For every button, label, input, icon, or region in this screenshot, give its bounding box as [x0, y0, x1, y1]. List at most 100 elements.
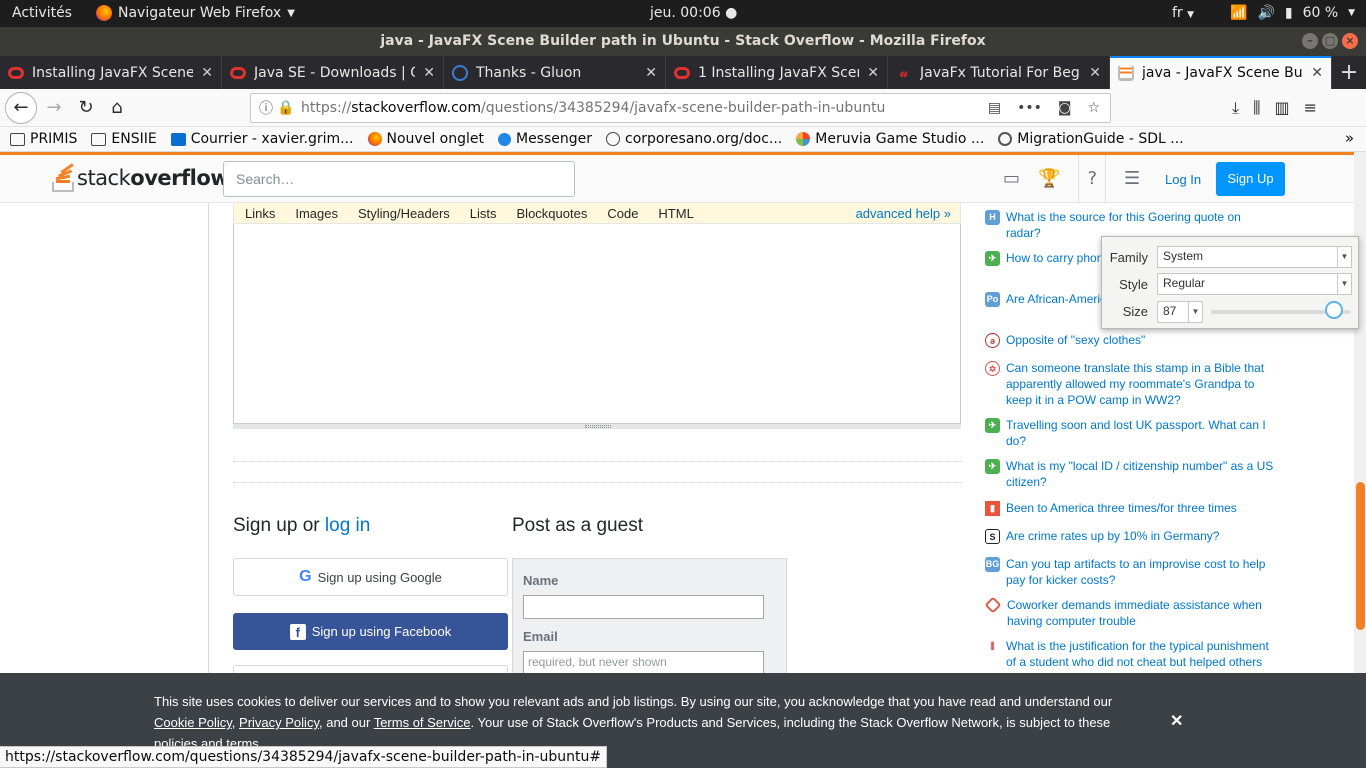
- signup-facebook-button[interactable]: f Sign up using Facebook: [233, 613, 508, 650]
- bookmark-messenger[interactable]: Messenger: [497, 131, 592, 147]
- input-method-menu[interactable]: fr ▼: [1172, 5, 1194, 21]
- name-field[interactable]: [523, 595, 764, 619]
- folder-icon: [10, 132, 25, 146]
- tab-title: Installing JavaFX Scene B: [32, 64, 194, 81]
- bookmark-courrier[interactable]: Courrier - xavier.grim...: [170, 131, 354, 147]
- help-tab-blockquotes[interactable]: Blockquotes: [517, 206, 588, 221]
- list-item[interactable]: ✈ Travelling soon and lost UK passport. W…: [985, 417, 1280, 449]
- privacy-policy-link[interactable]: Privacy Policy: [239, 715, 319, 730]
- home-button[interactable]: ⌂: [103, 94, 131, 122]
- tab-javafx-tutorial[interactable]: 𝓊 JavaFx Tutorial For Begi ✕: [888, 56, 1110, 89]
- list-item[interactable]: BG Can you tap artifacts to an improvise …: [985, 556, 1280, 588]
- url-text[interactable]: https://stackoverflow.com/questions/3438…: [301, 100, 988, 116]
- size-slider-handle[interactable]: [1325, 301, 1343, 319]
- tab-installing-javafx-2[interactable]: 1 Installing JavaFX Scene ✕: [666, 56, 888, 89]
- reader-view-icon[interactable]: ▤: [988, 100, 1001, 116]
- login-link[interactable]: log in: [325, 515, 370, 536]
- new-tab-button[interactable]: +: [1332, 56, 1366, 89]
- bookmark-corporesano[interactable]: corporesano.org/doc...: [606, 131, 782, 147]
- signup-google-button[interactable]: G Sign up using Google: [233, 558, 508, 596]
- help-tab-code[interactable]: Code: [607, 206, 638, 221]
- maximize-button[interactable]: □: [1322, 33, 1338, 49]
- academia-site-icon: ⫼: [985, 639, 1000, 654]
- so-logo[interactable]: stackoverflow: [52, 163, 230, 192]
- list-item[interactable]: ə Opposite of "sexy clothes": [985, 332, 1280, 348]
- signup-email-button[interactable]: [233, 665, 508, 673]
- close-icon[interactable]: ✕: [1170, 711, 1183, 731]
- app-menu[interactable]: Navigateur Web Firefox ▼: [96, 5, 295, 21]
- trophy-icon[interactable]: 🏆: [1038, 168, 1060, 190]
- clock[interactable]: jeu. 00:06 ●: [650, 5, 737, 21]
- cookie-policy-link[interactable]: Cookie Policy: [154, 715, 232, 730]
- advanced-help-link[interactable]: advanced help »: [856, 206, 951, 221]
- url-bar[interactable]: ⓘ 🔒 https://stackoverflow.com/questions/…: [250, 93, 1111, 123]
- tab-title: 1 Installing JavaFX Scene: [698, 64, 860, 81]
- downloads-icon[interactable]: ⤓: [1232, 98, 1239, 118]
- bookmark-primis[interactable]: PRIMIS: [10, 131, 77, 147]
- close-tab-icon[interactable]: ✕: [201, 65, 213, 81]
- tab-java-scene-builder-active[interactable]: java - JavaFX Scene Build ✕: [1110, 56, 1332, 89]
- answer-textarea[interactable]: [233, 224, 961, 424]
- lock-icon[interactable]: 🔒: [277, 100, 295, 116]
- close-tab-icon[interactable]: ✕: [1089, 65, 1101, 81]
- activities-button[interactable]: Activités: [12, 5, 72, 21]
- tab-installing-javafx[interactable]: Installing JavaFX Scene B ✕: [0, 56, 222, 89]
- family-select[interactable]: System ▼: [1157, 246, 1352, 268]
- help-tab-html[interactable]: HTML: [658, 206, 693, 221]
- hamburger-menu-icon[interactable]: ≡: [1304, 98, 1317, 118]
- list-item[interactable]: ✡ Can someone translate this stamp in a B…: [985, 360, 1280, 408]
- close-tab-icon[interactable]: ✕: [423, 65, 435, 81]
- sidebar-icon[interactable]: ▥: [1274, 98, 1289, 118]
- system-top-bar: Activités Navigateur Web Firefox ▼ jeu. …: [0, 0, 1366, 27]
- bookmark-migrationguide[interactable]: MigrationGuide - SDL ...: [998, 131, 1184, 147]
- so-search-input[interactable]: Search…: [223, 161, 575, 197]
- close-tab-icon[interactable]: ✕: [645, 65, 657, 81]
- login-link[interactable]: Log In: [1165, 172, 1201, 187]
- signup-google-label: Sign up using Google: [317, 569, 442, 585]
- size-select[interactable]: 87 ▼: [1157, 301, 1203, 323]
- pocket-icon[interactable]: ◙: [1058, 100, 1072, 116]
- wifi-icon: 📶: [1230, 5, 1248, 21]
- help-tab-images[interactable]: Images: [295, 206, 338, 221]
- list-item[interactable]: ⫼ What is the justification for the typic…: [985, 638, 1280, 670]
- terms-link[interactable]: Terms of Service: [374, 715, 471, 730]
- back-button[interactable]: ←: [5, 92, 37, 124]
- bookmark-nouvel-onglet[interactable]: Nouvel onglet: [367, 131, 484, 147]
- style-select[interactable]: Regular ▼: [1157, 273, 1352, 295]
- close-window-button[interactable]: ×: [1342, 33, 1358, 49]
- scrollbar-thumb[interactable]: [1356, 482, 1365, 630]
- bookmarks-toolbar: PRIMIS ENSIIE Courrier - xavier.grim... …: [0, 127, 1366, 152]
- list-item[interactable]: ▮ Been to America three times/for three t…: [985, 500, 1280, 516]
- divider: [233, 461, 961, 462]
- bookmark-label: corporesano.org/doc...: [625, 131, 783, 147]
- info-icon[interactable]: ⓘ: [259, 98, 277, 118]
- help-tab-styling[interactable]: Styling/Headers: [358, 206, 450, 221]
- close-tab-icon[interactable]: ✕: [1311, 65, 1323, 81]
- bookmark-meruvia[interactable]: Meruvia Game Studio ...: [796, 131, 984, 147]
- resize-grip[interactable]: [233, 424, 961, 429]
- close-tab-icon[interactable]: ✕: [867, 65, 879, 81]
- inbox-icon[interactable]: ▭: [1003, 168, 1020, 190]
- tab-java-se-downloads[interactable]: Java SE - Downloads | Or ✕: [222, 56, 444, 89]
- forward-button[interactable]: →: [40, 94, 68, 122]
- tab-thanks-gluon[interactable]: Thanks - Gluon ✕: [444, 56, 666, 89]
- battery-level: 60 %: [1302, 5, 1339, 21]
- list-item[interactable]: Coworker demands immediate assistance wh…: [984, 596, 1280, 629]
- minimize-button[interactable]: –: [1302, 33, 1318, 49]
- help-icon[interactable]: ?: [1078, 155, 1106, 203]
- list-item[interactable]: ✈ What is my "local ID / citizenship numb…: [985, 458, 1280, 490]
- system-menu[interactable]: 📶 🔊 ▮ 60 % ▼: [1230, 5, 1355, 21]
- page-actions-icon[interactable]: •••: [1017, 100, 1042, 116]
- stack-exchange-icon[interactable]: ☰: [1124, 168, 1140, 190]
- bookmark-star-icon[interactable]: ☆: [1087, 100, 1100, 116]
- email-field[interactable]: required, but never shown: [523, 651, 764, 673]
- bookmarks-overflow-icon[interactable]: »: [1345, 129, 1354, 147]
- gluon-icon: [452, 64, 468, 81]
- library-icon[interactable]: ⫼: [1253, 98, 1260, 118]
- help-tab-links[interactable]: Links: [245, 206, 275, 221]
- list-item[interactable]: S Are crime rates up by 10% in Germany?: [985, 528, 1280, 544]
- bookmark-ensiie[interactable]: ENSIIE: [91, 131, 157, 147]
- reload-button[interactable]: ↻: [72, 94, 100, 122]
- signup-button[interactable]: Sign Up: [1216, 162, 1285, 196]
- help-tab-lists[interactable]: Lists: [470, 206, 497, 221]
